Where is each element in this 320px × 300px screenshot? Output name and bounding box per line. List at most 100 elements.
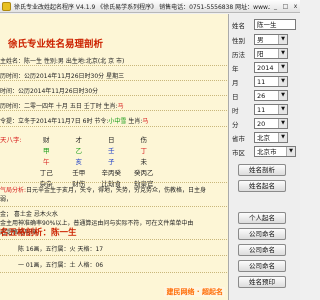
- lunar-time: 历时间：二零一四年 十月 五日 壬丁时 生肖:马: [0, 101, 124, 110]
- chevron-down-icon: ▼: [278, 105, 287, 114]
- analysis-heading: 气局分析:: [0, 187, 27, 194]
- year-label: 年: [232, 64, 239, 73]
- gender-select[interactable]: 男 ▼: [254, 34, 288, 45]
- province-row: 省市 北京 ▼: [232, 132, 288, 143]
- chevron-down-icon: ▼: [278, 77, 287, 86]
- chevron-down-icon: ▼: [286, 147, 295, 156]
- zodiac: 马: [117, 103, 124, 110]
- province-value: 北京: [257, 134, 270, 142]
- surname-row: 姓名 陈一生: [232, 19, 296, 30]
- personal-naming-button[interactable]: 个人起名: [238, 212, 286, 224]
- name-print-button[interactable]: 姓名预印: [238, 276, 286, 288]
- minute-label: 分: [232, 120, 239, 129]
- lunar-text: 历时间：二零一四年 十月 五日 壬丁时 生肖:: [0, 103, 118, 110]
- pillar-cell: 癸丙乙: [134, 169, 154, 177]
- season-info: 令提：立冬于2014年11月7日 6时 节令:小中雪 生肖:马: [0, 116, 148, 125]
- report-pane: 徐氏专业姓名易理剖析 主姓名：陈一生 性别:男 出生地:北京(北 京 市) 历时…: [0, 14, 229, 300]
- window-title: 徐氏专业改姓起名程序 V4.1.9 《徐氏易学系列程序》 销售电话：0751-5…: [14, 3, 270, 11]
- close-button[interactable]: x: [291, 2, 300, 11]
- pillar-cell: 辛丙癸: [101, 169, 122, 177]
- pillar-cell: 丁己: [39, 169, 53, 177]
- company-naming-button-2[interactable]: 公司命名: [238, 244, 286, 256]
- pillar-cell: 甲: [43, 147, 50, 155]
- gender-row: 性别 男 ▼: [232, 34, 288, 45]
- analysis-text-2: 弱，: [0, 196, 13, 203]
- year-row: 年 2014 ▼: [232, 62, 288, 73]
- analysis-text: 日元辛金生于亥月，失令，得地，失势，穷克势众，伤教格，日主身: [26, 187, 207, 194]
- day-row: 日 26 ▼: [232, 90, 288, 101]
- bazi-pillars: 财 才 日 伤 甲 乙 壬 丁 午 亥 子 未 丁己 壬甲 辛丙癸 癸丙乙 杂杂…: [30, 134, 160, 188]
- day-select[interactable]: 26 ▼: [254, 90, 288, 101]
- wuge-line-2: 一 01画，五行属：土 人格：06: [18, 262, 104, 269]
- minute-row: 分 20 ▼: [232, 118, 288, 129]
- maximize-button[interactable]: □: [281, 2, 290, 11]
- province-label: 省市: [232, 134, 245, 143]
- season-text: 令提：立冬于2014年11月7日 6时 节令:: [0, 118, 109, 125]
- pillar-cell: 日: [108, 136, 115, 144]
- bazi-label: 天八字:: [0, 136, 22, 144]
- subject-info: 主姓名：陈一生 性别:男 出生地:北京(北 京 市): [0, 58, 125, 65]
- city-row: 市区 北京市 ▼: [232, 146, 296, 157]
- hour-label: 时: [232, 106, 239, 115]
- yongshen-text-1: 金； 喜土金 忌木火水: [0, 211, 58, 218]
- divider: [0, 126, 228, 127]
- month-row: 月 11 ▼: [232, 76, 288, 87]
- hour-select[interactable]: 11 ▼: [254, 104, 288, 115]
- divider: [0, 182, 228, 183]
- minute-value: 20: [257, 120, 266, 128]
- divider: [0, 239, 228, 240]
- pillar-cell: 丁: [140, 147, 148, 155]
- pillar-cell: 财: [43, 136, 50, 144]
- pillar-cell: 乙: [75, 147, 83, 155]
- divider: [0, 272, 228, 273]
- pillar-cell: 伤: [140, 136, 148, 144]
- solar-time: 历时间：公历2014年11月26日时30分 星期三: [0, 73, 125, 80]
- month-label: 月: [232, 78, 239, 87]
- title-bar: 徐氏专业改姓起名程序 V4.1.9 《徐氏易学系列程序》 销售电话：0751-5…: [0, 0, 300, 13]
- chevron-down-icon: ▼: [278, 49, 287, 58]
- divider: [0, 80, 228, 81]
- hour-value: 11: [257, 106, 266, 114]
- city-select[interactable]: 北京市 ▼: [254, 146, 296, 157]
- report-heading: 徐氏专业姓名易理剖析: [8, 39, 104, 50]
- company-naming-button[interactable]: 公司命名: [238, 228, 286, 240]
- divider: [0, 95, 228, 96]
- month-select[interactable]: 11 ▼: [254, 76, 288, 87]
- minimize-button[interactable]: _: [271, 2, 280, 11]
- surname-input[interactable]: 陈一生: [254, 19, 296, 30]
- surname-label: 姓名: [232, 21, 245, 30]
- pillar-cell: 壬甲: [72, 169, 86, 177]
- name-analysis-button[interactable]: 姓名剖析: [238, 164, 286, 176]
- calendar-label: 历法: [232, 50, 245, 59]
- company-naming-button-3[interactable]: 公司命名: [238, 260, 286, 272]
- chevron-down-icon: ▼: [278, 119, 287, 128]
- calendar-select[interactable]: 阳 ▼: [254, 48, 288, 59]
- input-panel: 姓名 陈一生 性别 男 ▼ 历法 阳 ▼ 年 2014 ▼ 月 11 ▼ 日 26 ▼ 时…: [230, 14, 300, 300]
- pillar-cell: 未: [140, 158, 148, 166]
- chevron-down-icon: ▼: [278, 63, 287, 72]
- pillar-cell: 午: [43, 158, 50, 166]
- name-generate-button[interactable]: 姓名起名: [238, 180, 286, 192]
- app-icon: [2, 1, 11, 11]
- site-watermark: 建民网络 · 超起名: [164, 287, 225, 297]
- season-zodiac: 马: [142, 118, 149, 125]
- season-zodiac-label: 生肖:: [126, 118, 143, 125]
- calendar-value: 阳: [257, 50, 264, 58]
- chevron-down-icon: ▼: [278, 35, 287, 44]
- window-controls: _ □ x: [270, 2, 300, 11]
- day-label: 日: [232, 92, 239, 101]
- year-select[interactable]: 2014 ▼: [254, 62, 288, 73]
- analysis-paragraph: 气局分析:日元辛金生于亥月，失令，得地，失势，穷克势众，伤教格，日主身 弱，: [0, 186, 225, 204]
- divider: [0, 65, 228, 66]
- wuge-heading: 名五格剖析：陈一生: [0, 228, 77, 238]
- month-value: 11: [257, 78, 266, 86]
- pillar-cell: 才: [75, 136, 83, 144]
- minute-select[interactable]: 20 ▼: [254, 118, 288, 129]
- pillar-cell: 子: [108, 158, 115, 166]
- calendar-row: 历法 阳 ▼: [232, 48, 288, 59]
- hour-row: 时 11 ▼: [232, 104, 288, 115]
- wuge-line-1: 陈 16画，五行属：火 天格：17: [18, 246, 104, 253]
- day-value: 26: [257, 92, 266, 100]
- city-label: 市区: [232, 148, 245, 157]
- province-select[interactable]: 北京 ▼: [254, 132, 288, 143]
